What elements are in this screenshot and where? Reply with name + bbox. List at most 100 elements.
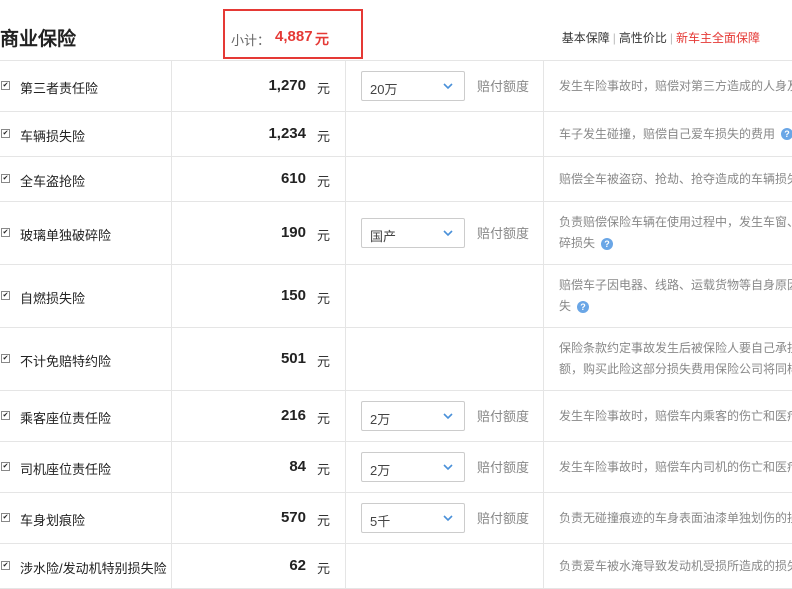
description-line: 额，购买此险这部分损失费用保险公司将同样	[559, 359, 792, 380]
coverage-limit-label: 赔付额度	[477, 226, 530, 241]
checkbox[interactable]: ✔	[1, 291, 10, 300]
checkbox[interactable]: ✔	[1, 129, 10, 138]
chevron-down-icon	[443, 230, 453, 237]
header: 商业保险 小计： 4,887 元 基本保障 | 高性价比 | 新车主全面保障	[0, 0, 792, 61]
price-unit: 元	[317, 462, 331, 477]
insurance-row: ✔ 车身划痕险 570 元 5千 赔付额度 负责无碰撞痕迹的车身表面油漆单独划伤的损	[0, 493, 792, 544]
column-divider	[345, 544, 346, 588]
coverage-select[interactable]: 5千	[361, 503, 465, 533]
price-unit: 元	[317, 513, 331, 528]
description-text: 额，购买此险这部分损失费用保险公司将同样	[559, 362, 792, 376]
insurance-description: 发生车险事故时，赔偿车内乘客的伤亡和医疗	[559, 406, 792, 427]
insurance-name: 不计免赔特约险	[20, 354, 112, 369]
insurance-description: 负责爱车被水淹导致发动机受损所造成的损失	[559, 556, 792, 577]
coverage-select-value: 5千	[370, 514, 391, 529]
price-unit: 元	[317, 174, 331, 189]
plan-full[interactable]: 新车主全面保障	[676, 31, 760, 45]
insurance-name: 全车盗抢险	[20, 174, 86, 189]
description-line: 赔偿车子因电器、线路、运载货物等自身原因	[559, 275, 792, 296]
insurance-price: 610	[280, 170, 306, 187]
column-divider	[345, 442, 346, 492]
plan-options: 基本保障 | 高性价比 | 新车主全面保障	[562, 29, 760, 46]
insurance-name: 玻璃单独破碎险	[20, 228, 112, 243]
price-unit: 元	[317, 291, 331, 306]
insurance-row: ✔ 不计免赔特约险 501 元 保险条款约定事故发生后被保险人要自己承担 额，购买此险这部…	[0, 328, 792, 391]
description-text: 碎损失	[559, 236, 596, 250]
insurance-description: 保险条款约定事故发生后被保险人要自己承担 额，购买此险这部分损失费用保险公司将同样	[559, 338, 792, 380]
insurance-row: ✔ 乘客座位责任险 216 元 2万 赔付额度 发生车险事故时，赔偿车内乘客的伤亡和医疗	[0, 391, 792, 442]
insurance-description: 赔偿车子因电器、线路、运载货物等自身原因失?	[559, 275, 792, 317]
column-divider	[171, 442, 172, 492]
description-text: 负责赔偿保险车辆在使用过程中，发生车窗、	[559, 215, 792, 229]
checkbox[interactable]: ✔	[1, 354, 10, 363]
coverage-limit-label: 赔付额度	[477, 511, 530, 526]
help-icon[interactable]: ?	[781, 128, 792, 141]
description-text: 发生车险事故时，赔偿车内司机的伤亡和医疗	[559, 459, 792, 474]
insurance-price: 1,270	[268, 77, 306, 94]
description-line: 发生车险事故时，赔偿车内司机的伤亡和医疗	[559, 457, 792, 478]
insurance-name: 第三者责任险	[20, 81, 99, 96]
checkbox[interactable]: ✔	[1, 411, 10, 420]
insurance-row: ✔ 车辆损失险 1,234 元 车子发生碰撞，赔偿自己爱车损失的费用?	[0, 112, 792, 157]
description-text: 赔偿车子因电器、线路、运载货物等自身原因	[559, 278, 792, 292]
column-divider	[345, 157, 346, 201]
description-text: 保险条款约定事故发生后被保险人要自己承担	[559, 341, 792, 355]
insurance-description: 发生车险事故时，赔偿车内司机的伤亡和医疗	[559, 457, 792, 478]
column-divider	[345, 391, 346, 441]
insurance-name: 自燃损失险	[20, 291, 86, 306]
subtotal-value: 4,887	[275, 28, 313, 45]
price-unit: 元	[317, 228, 331, 243]
coverage-select[interactable]: 2万	[361, 401, 465, 431]
description-line: 负责无碰撞痕迹的车身表面油漆单独划伤的损	[559, 508, 792, 529]
plan-basic[interactable]: 基本保障	[562, 31, 610, 45]
column-divider	[543, 544, 544, 588]
checkbox[interactable]: ✔	[1, 228, 10, 237]
coverage-limit-label: 赔付额度	[477, 79, 530, 94]
column-divider	[543, 265, 544, 327]
insurance-name: 车身划痕险	[20, 513, 86, 528]
subtotal-label: 小计：	[231, 33, 271, 48]
chevron-down-icon	[443, 83, 453, 90]
insurance-row: ✔ 全车盗抢险 610 元 赔偿全车被盗窃、抢劫、抢夺造成的车辆损失	[0, 157, 792, 202]
checkbox[interactable]: ✔	[1, 462, 10, 471]
help-icon[interactable]: ?	[577, 300, 590, 313]
column-divider	[543, 112, 544, 156]
column-divider	[543, 391, 544, 441]
coverage-select-value: 2万	[370, 412, 391, 427]
coverage-select[interactable]: 2万	[361, 452, 465, 482]
insurance-row: ✔ 第三者责任险 1,270 元 20万 赔付额度 发生车险事故时，赔偿对第三方造成的人身及	[0, 61, 792, 112]
column-divider	[171, 112, 172, 156]
column-divider	[543, 202, 544, 264]
column-divider	[345, 202, 346, 264]
insurance-row: ✔ 司机座位责任险 84 元 2万 赔付额度 发生车险事故时，赔偿车内司机的伤亡和医疗	[0, 442, 792, 493]
description-line: 失?	[559, 296, 792, 317]
chevron-down-icon	[443, 413, 453, 420]
insurance-list: ✔ 第三者责任险 1,270 元 20万 赔付额度 发生车险事故时，赔偿对第三方造成的人身及…	[0, 61, 792, 589]
column-divider	[543, 493, 544, 543]
price-unit: 元	[317, 411, 331, 426]
column-divider	[171, 391, 172, 441]
coverage-limit-label: 赔付额度	[477, 409, 530, 424]
checkbox[interactable]: ✔	[1, 174, 10, 183]
coverage-select[interactable]: 国产	[361, 218, 465, 248]
description-line: 负责爱车被水淹导致发动机受损所造成的损失	[559, 556, 792, 577]
subtotal-unit: 元	[315, 31, 329, 47]
insurance-description: 车子发生碰撞，赔偿自己爱车损失的费用?	[559, 124, 792, 145]
divider: |	[669, 31, 673, 45]
insurance-description: 负责无碰撞痕迹的车身表面油漆单独划伤的损	[559, 508, 792, 529]
column-divider	[171, 493, 172, 543]
checkbox[interactable]: ✔	[1, 561, 10, 570]
help-icon[interactable]: ?	[601, 237, 614, 250]
coverage-select[interactable]: 20万	[361, 71, 465, 101]
insurance-description: 赔偿全车被盗窃、抢劫、抢夺造成的车辆损失	[559, 169, 792, 190]
description-line: 车子发生碰撞，赔偿自己爱车损失的费用?	[559, 124, 792, 145]
insurance-name: 车辆损失险	[20, 129, 86, 144]
description-text: 车子发生碰撞，赔偿自己爱车损失的费用	[559, 126, 776, 141]
description-text: 发生车险事故时，赔偿对第三方造成的人身及	[559, 78, 792, 93]
checkbox[interactable]: ✔	[1, 81, 10, 90]
checkbox[interactable]: ✔	[1, 513, 10, 522]
plan-value[interactable]: 高性价比	[619, 31, 667, 45]
insurance-price: 216	[280, 407, 306, 424]
coverage-select-value: 20万	[370, 82, 398, 97]
insurance-description: 负责赔偿保险车辆在使用过程中，发生车窗、 碎损失?	[559, 212, 792, 254]
